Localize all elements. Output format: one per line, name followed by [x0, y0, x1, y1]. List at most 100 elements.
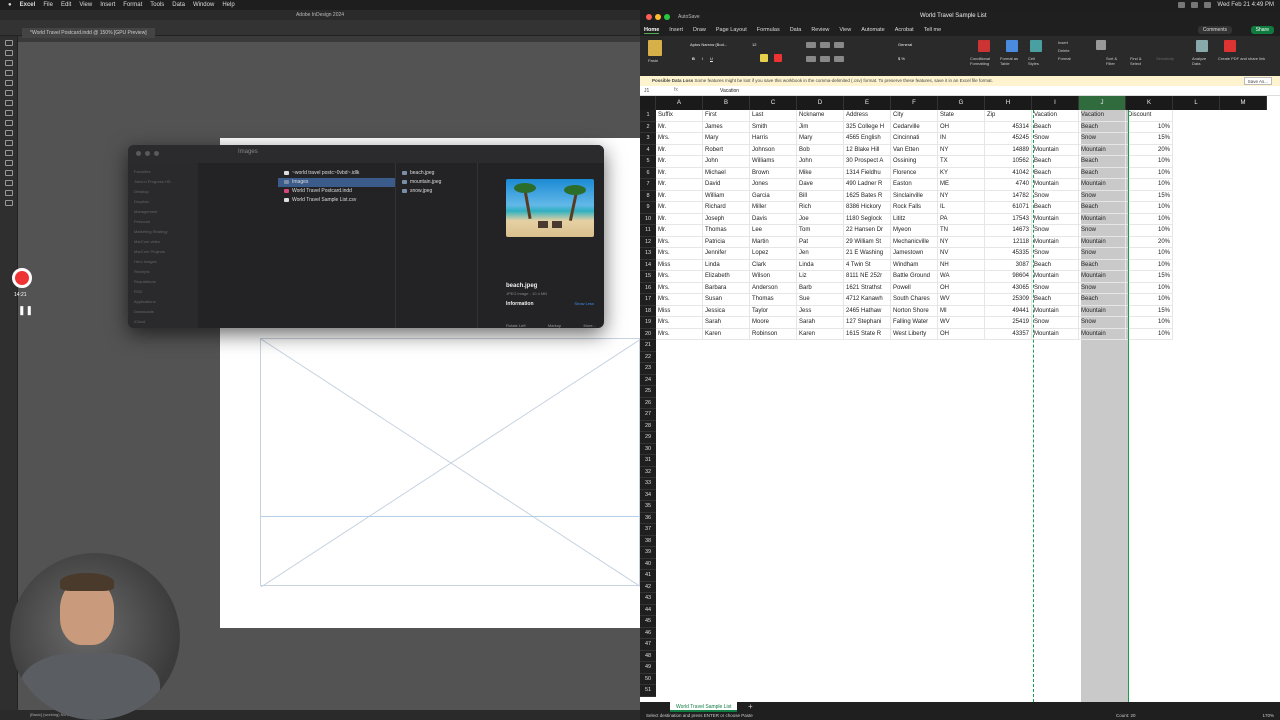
delete-cells-button[interactable]: Delete [1058, 48, 1070, 53]
table-cell[interactable]: Taylor [750, 305, 797, 317]
row-header[interactable]: 24 [640, 374, 656, 386]
more-button[interactable]: More... [584, 323, 596, 328]
row-header[interactable]: 48 [640, 650, 656, 662]
table-cell[interactable]: PA [938, 213, 985, 225]
pen-tool-icon[interactable] [4, 100, 13, 106]
table-cell[interactable]: John [703, 156, 750, 168]
table-cell[interactable]: Mr. [656, 179, 703, 191]
sidebar-item[interactable]: Receipts [134, 267, 192, 277]
table-cell[interactable]: Dave [797, 179, 844, 191]
row-header[interactable]: 49 [640, 662, 656, 674]
column-header-b[interactable]: B [703, 96, 750, 110]
table-cell[interactable]: 15% [1126, 190, 1173, 202]
table-cell[interactable]: Snow [1079, 133, 1126, 145]
table-cell[interactable]: Bob [797, 144, 844, 156]
file-item[interactable]: World Travel Sample List.csv [278, 196, 395, 205]
add-sheet-icon[interactable]: + [748, 702, 753, 712]
rotate-left-button[interactable]: Rotate Left [506, 323, 526, 328]
paste-icon[interactable] [648, 40, 662, 56]
table-cell[interactable]: Rich [797, 202, 844, 214]
sidebar-item[interactable]: Jobs in Progress HD [134, 177, 192, 187]
table-cell[interactable]: 20% [1126, 144, 1173, 156]
italic-button[interactable]: I [702, 56, 703, 61]
table-cell[interactable]: Barbara [703, 282, 750, 294]
row-header[interactable]: 7 [640, 179, 656, 191]
file-item[interactable]: Images [278, 178, 395, 187]
row-header[interactable]: 32 [640, 466, 656, 478]
table-cell[interactable]: Harris [750, 133, 797, 145]
table-cell[interactable]: Snow [1032, 248, 1079, 260]
ribbon-tab-formulas[interactable]: Formulas [757, 27, 780, 33]
row-header[interactable]: 21 [640, 340, 656, 352]
table-cell[interactable]: Jamestown [891, 248, 938, 260]
table-cell[interactable]: Mrs. [656, 133, 703, 145]
table-cell[interactable]: 12118 [985, 236, 1032, 248]
column-header-h[interactable]: H [985, 96, 1032, 110]
table-cell[interactable]: TN [938, 225, 985, 237]
row-header[interactable]: 17 [640, 294, 656, 306]
table-cell[interactable]: Mountain [1079, 305, 1126, 317]
table-cell[interactable]: Lititz [891, 213, 938, 225]
table-cell[interactable]: 14673 [985, 225, 1032, 237]
table-cell[interactable]: 1180 Seglock [844, 213, 891, 225]
table-cell[interactable]: Easton [891, 179, 938, 191]
row-header[interactable]: 27 [640, 409, 656, 421]
table-cell[interactable]: Snow [1032, 225, 1079, 237]
table-cell[interactable]: Mountain [1079, 271, 1126, 283]
sidebar-item[interactable]: Applications [134, 297, 192, 307]
row-header[interactable]: 10 [640, 213, 656, 225]
control-center-icon[interactable] [1204, 2, 1212, 8]
table-cell[interactable]: Martin [750, 236, 797, 248]
table-cell[interactable]: Last [750, 110, 797, 122]
menu-app-name[interactable]: Excel [20, 2, 36, 8]
table-cell[interactable]: 1625 Bates R [844, 190, 891, 202]
placeholder-frame[interactable] [260, 338, 640, 587]
table-cell[interactable]: 15% [1126, 271, 1173, 283]
table-cell[interactable]: Miss [656, 305, 703, 317]
table-cell[interactable]: Thomas [750, 294, 797, 306]
scissors-tool-icon[interactable] [4, 140, 13, 146]
column-header-f[interactable]: F [891, 96, 938, 110]
table-cell[interactable]: South Chares [891, 294, 938, 306]
image-file-item[interactable]: mountain.jpeg [396, 178, 477, 187]
font-size-box[interactable]: 12 [752, 42, 756, 47]
table-cell[interactable]: Falling Water [891, 317, 938, 329]
table-cell[interactable]: Lopez [750, 248, 797, 260]
table-cell[interactable]: 10% [1126, 225, 1173, 237]
table-cell[interactable]: Snow [1032, 282, 1079, 294]
table-cell[interactable]: Snow [1032, 133, 1079, 145]
menu-item-edit[interactable]: Edit [61, 2, 71, 8]
row-header[interactable]: 8 [640, 190, 656, 202]
insert-cells-button[interactable]: Insert [1058, 40, 1068, 45]
line-tool-icon[interactable] [4, 90, 13, 96]
table-cell[interactable]: 10% [1126, 156, 1173, 168]
number-format-box[interactable]: General [898, 42, 912, 47]
table-cell[interactable]: Liz [797, 271, 844, 283]
table-cell[interactable]: Joseph [703, 213, 750, 225]
column-header-l[interactable]: L [1173, 96, 1220, 110]
table-cell[interactable]: Snow [1079, 225, 1126, 237]
table-cell[interactable]: 14889 [985, 144, 1032, 156]
row-header[interactable]: 30 [640, 443, 656, 455]
table-cell[interactable]: Van Etten [891, 144, 938, 156]
align-right-icon[interactable] [834, 56, 844, 62]
table-cell[interactable]: Lee [750, 225, 797, 237]
row-header[interactable]: 44 [640, 604, 656, 616]
table-cell[interactable]: State [938, 110, 985, 122]
table-cell[interactable]: Norton Shore [891, 305, 938, 317]
sidebar-item[interactable]: Personal [134, 217, 192, 227]
table-cell[interactable]: 10562 [985, 156, 1032, 168]
indesign-document-tab[interactable]: *World Travel Postcard.indd @ 150% [GPU … [22, 28, 155, 38]
table-cell[interactable]: David [703, 179, 750, 191]
table-cell[interactable]: Mr. [656, 167, 703, 179]
table-cell[interactable]: TX [938, 156, 985, 168]
table-cell[interactable]: 10% [1126, 294, 1173, 306]
table-cell[interactable]: Clark [750, 259, 797, 271]
table-cell[interactable]: City [891, 110, 938, 122]
table-cell[interactable]: OH [938, 282, 985, 294]
ribbon-tab-tell-me[interactable]: Tell me [924, 27, 941, 33]
table-cell[interactable]: Mountain [1032, 271, 1079, 283]
row-header[interactable]: 37 [640, 524, 656, 536]
column-header-e[interactable]: E [844, 96, 891, 110]
menu-item-view[interactable]: View [79, 2, 92, 8]
